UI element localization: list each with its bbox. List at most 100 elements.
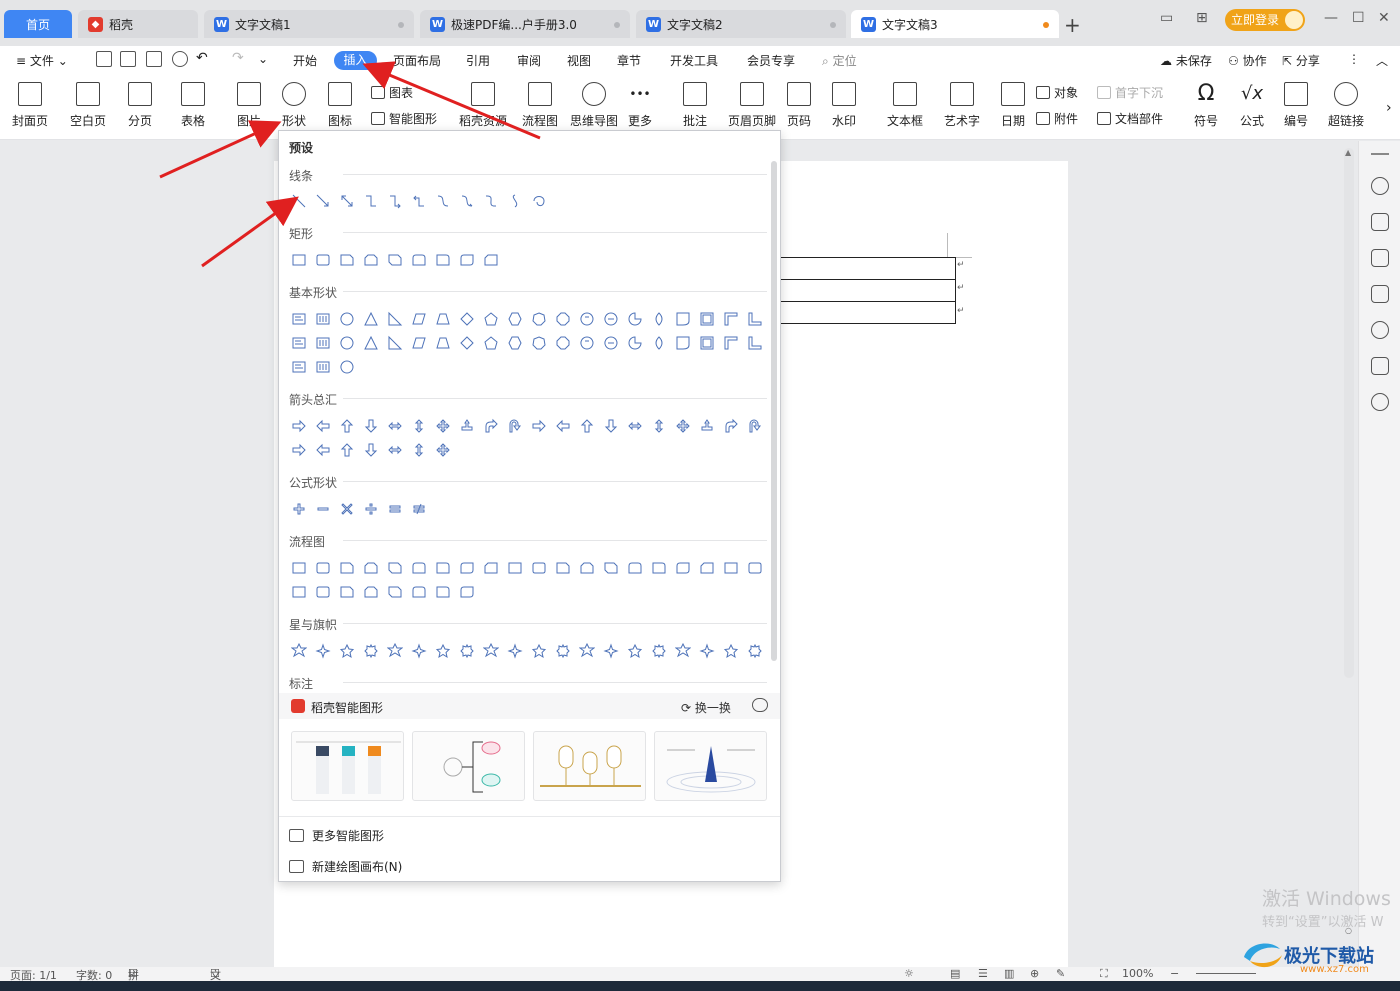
basic-shape-icon[interactable] xyxy=(407,307,431,331)
arrow-shape-icon[interactable] xyxy=(551,414,575,438)
star-shape-icon[interactable] xyxy=(647,639,671,663)
star-shape-icon[interactable] xyxy=(527,639,551,663)
flow-shape-icon[interactable] xyxy=(431,580,455,604)
star-shape-icon[interactable] xyxy=(599,639,623,663)
arrow-shape-icon[interactable] xyxy=(359,414,383,438)
lines-shape-icon[interactable] xyxy=(455,189,479,213)
star-shape-icon[interactable] xyxy=(383,639,407,663)
help-icon[interactable] xyxy=(1371,321,1389,339)
rect-shape-icon[interactable] xyxy=(431,248,455,272)
basic-shape-icon[interactable] xyxy=(503,331,527,355)
vertical-scrollbar[interactable] xyxy=(1344,148,1354,678)
basic-shape-icon[interactable] xyxy=(287,307,311,331)
flow-shape-icon[interactable] xyxy=(623,556,647,580)
basic-shape-icon[interactable] xyxy=(623,307,647,331)
rect-shape-icon[interactable] xyxy=(407,248,431,272)
basic-shape-icon[interactable] xyxy=(431,331,455,355)
flow-shape-icon[interactable] xyxy=(407,556,431,580)
tab-document-3[interactable]: W 文字文稿3 xyxy=(851,10,1059,38)
page-indicator[interactable]: 页面: 1/1 xyxy=(10,967,57,981)
menu-review[interactable]: 审阅 xyxy=(517,52,541,69)
collab-button[interactable]: ⚇ 协作 xyxy=(1228,52,1267,69)
basic-shape-icon[interactable] xyxy=(431,307,455,331)
collapse-ribbon-icon[interactable]: ︿ xyxy=(1376,52,1388,69)
lines-shape-icon[interactable] xyxy=(335,189,359,213)
attachment-button[interactable]: 附件 xyxy=(1036,110,1078,127)
basic-shape-icon[interactable] xyxy=(479,307,503,331)
star-shape-icon[interactable] xyxy=(623,639,647,663)
formula-button[interactable]: √x 公式 xyxy=(1240,82,1264,129)
login-button[interactable]: 立即登录 xyxy=(1225,9,1305,31)
rect-shape-icon[interactable] xyxy=(359,248,383,272)
basic-shape-icon[interactable] xyxy=(455,331,479,355)
more-button[interactable]: ••• 更多 xyxy=(628,82,652,129)
watermark-button[interactable]: 水印 xyxy=(832,82,856,129)
basic-shape-icon[interactable] xyxy=(311,307,335,331)
menu-section[interactable]: 章节 xyxy=(617,52,641,69)
lines-shape-icon[interactable] xyxy=(383,189,407,213)
rect-shape-icon[interactable] xyxy=(479,248,503,272)
new-canvas-button[interactable]: 新建绘图画布(N) xyxy=(289,858,402,875)
locate-search[interactable]: ⌕ 定位 xyxy=(822,52,857,69)
textbox-button[interactable]: 文本框 xyxy=(887,82,923,129)
star-shape-icon[interactable] xyxy=(695,639,719,663)
arrow-shape-icon[interactable] xyxy=(503,414,527,438)
chart-button[interactable]: 图表 xyxy=(371,84,413,101)
basic-shape-icon[interactable] xyxy=(335,307,359,331)
basic-shape-icon[interactable] xyxy=(695,307,719,331)
tab-document-2[interactable]: W 文字文稿2 xyxy=(636,10,846,38)
star-shape-icon[interactable] xyxy=(311,639,335,663)
basic-shape-icon[interactable] xyxy=(551,331,575,355)
blank-page-button[interactable]: 空白页 xyxy=(70,82,106,129)
hyperlink-button[interactable]: 超链接 xyxy=(1328,82,1364,129)
star-shape-icon[interactable] xyxy=(743,639,767,663)
adjust-icon[interactable] xyxy=(1371,285,1389,303)
basic-shape-icon[interactable] xyxy=(383,307,407,331)
feedback-icon[interactable] xyxy=(752,698,768,712)
basic-shape-icon[interactable] xyxy=(719,331,743,355)
rect-shape-icon[interactable] xyxy=(311,248,335,272)
arrow-shape-icon[interactable] xyxy=(575,414,599,438)
arrow-shape-icon[interactable] xyxy=(599,414,623,438)
cover-page-button[interactable]: 封面页 xyxy=(12,82,48,129)
basic-shape-icon[interactable] xyxy=(743,307,767,331)
table-cell[interactable] xyxy=(780,257,956,280)
basic-shape-icon[interactable] xyxy=(503,307,527,331)
rect-shape-icon[interactable] xyxy=(287,248,311,272)
export-pdf-icon[interactable] xyxy=(120,51,136,67)
smart-graphic-thumbnail[interactable] xyxy=(291,731,404,801)
lines-shape-icon[interactable] xyxy=(311,189,335,213)
tab-pdf-manual[interactable]: W 极速PDF编...户手册3.0 xyxy=(420,10,630,38)
star-shape-icon[interactable] xyxy=(551,639,575,663)
arrow-shape-icon[interactable] xyxy=(383,414,407,438)
flow-shape-icon[interactable] xyxy=(743,556,767,580)
star-shape-icon[interactable] xyxy=(287,639,311,663)
star-shape-icon[interactable] xyxy=(719,639,743,663)
basic-shape-icon[interactable] xyxy=(695,331,719,355)
basic-shape-icon[interactable] xyxy=(527,331,551,355)
flow-shape-icon[interactable] xyxy=(407,580,431,604)
dropdown-scrollbar[interactable] xyxy=(771,161,777,661)
menu-view[interactable]: 视图 xyxy=(567,52,591,69)
lines-shape-icon[interactable] xyxy=(527,189,551,213)
star-shape-icon[interactable] xyxy=(503,639,527,663)
apps-grid-icon[interactable]: ⊞ xyxy=(1196,10,1208,26)
lines-shape-icon[interactable] xyxy=(407,189,431,213)
basic-shape-icon[interactable] xyxy=(743,331,767,355)
menu-developer[interactable]: 开发工具 xyxy=(670,52,718,69)
minimize-icon[interactable]: — xyxy=(1324,10,1338,26)
document-table[interactable] xyxy=(780,257,956,324)
basic-shape-icon[interactable] xyxy=(287,355,311,379)
formula-shape-icon[interactable] xyxy=(383,497,407,521)
flow-shape-icon[interactable] xyxy=(311,580,335,604)
docpart-button[interactable]: 文档部件 xyxy=(1097,110,1163,127)
flow-shape-icon[interactable] xyxy=(359,580,383,604)
rect-shape-icon[interactable] xyxy=(335,248,359,272)
symbol-button[interactable]: Ω 符号 xyxy=(1194,82,1218,129)
mindmap-button[interactable]: 思维导图 xyxy=(570,82,618,129)
shape-button[interactable]: 形状 xyxy=(282,82,306,129)
maximize-icon[interactable]: ☐ xyxy=(1352,10,1365,26)
page-view-icon[interactable]: ▤ xyxy=(950,967,960,980)
menu-home[interactable]: 开始 xyxy=(293,52,317,69)
flow-shape-icon[interactable] xyxy=(455,556,479,580)
